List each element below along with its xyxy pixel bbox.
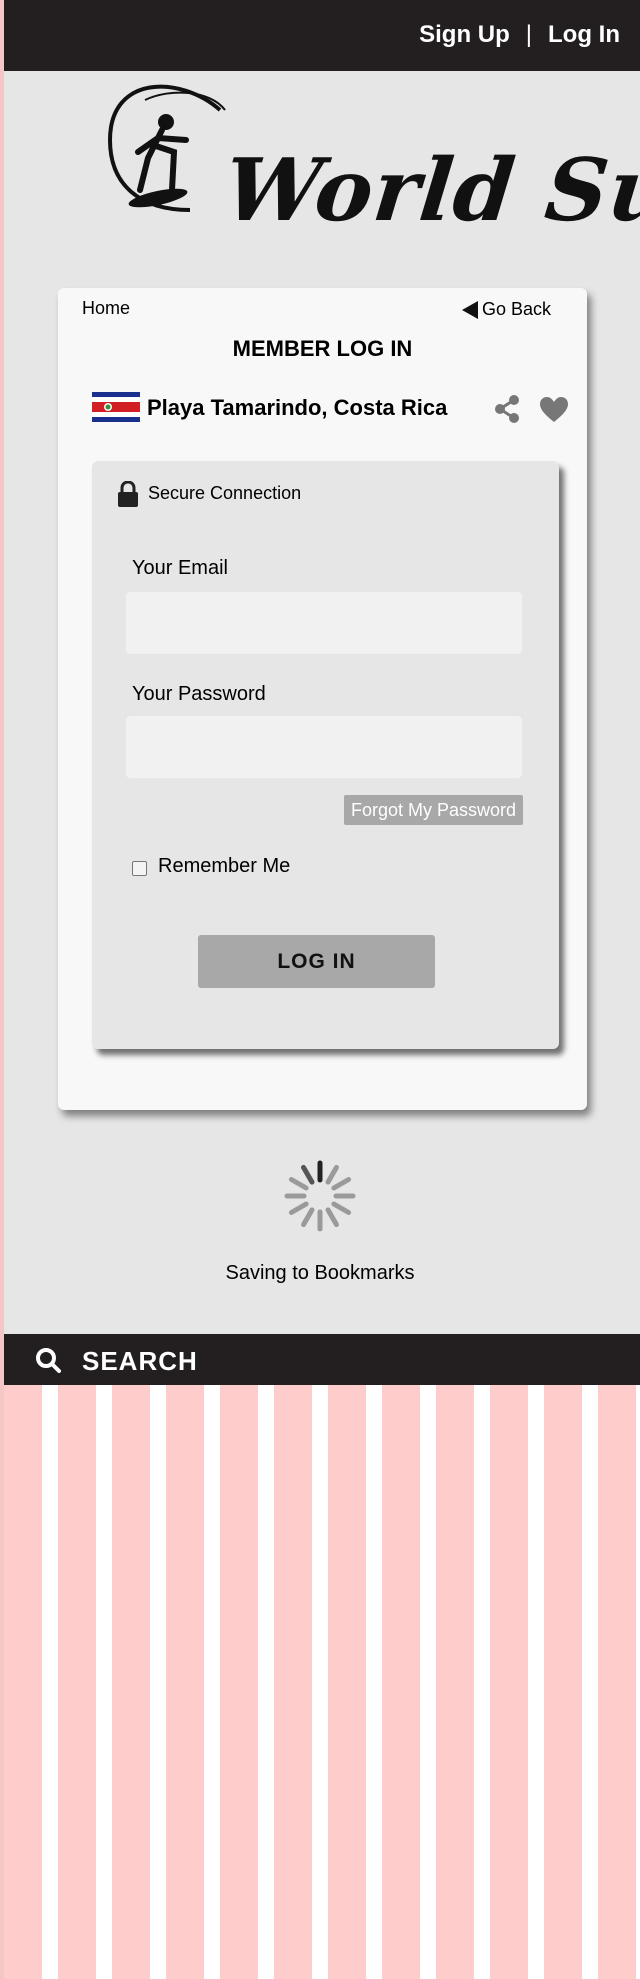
- signup-link[interactable]: Sign Up: [419, 21, 510, 49]
- go-back-label: Go Back: [481, 299, 551, 319]
- spinner-spoke: [325, 1207, 339, 1228]
- back-arrow-icon: [461, 300, 478, 319]
- striped-background: [4, 1385, 640, 1979]
- home-link[interactable]: Home: [82, 298, 130, 319]
- spinner-spoke: [331, 1201, 352, 1215]
- go-back-link[interactable]: Go Back: [461, 299, 551, 320]
- location-name: Playa Tamarindo, Costa Rica: [147, 395, 448, 420]
- costa-rica-flag-icon: [92, 392, 140, 422]
- login-form: Secure Connection Your Email Your Passwo…: [92, 461, 559, 1049]
- forgot-password-button[interactable]: Forgot My Password: [344, 795, 523, 825]
- search-bar[interactable]: SEARCH: [4, 1334, 640, 1385]
- top-nav-bar: Sign Up | Log In: [4, 0, 640, 71]
- spinner-spoke: [288, 1201, 309, 1215]
- heart-icon[interactable]: [540, 397, 568, 423]
- search-icon: [36, 1348, 61, 1373]
- login-link[interactable]: Log In: [548, 21, 620, 49]
- brand-logo-text: World Surf: [219, 140, 640, 241]
- spinner-spoke: [301, 1207, 315, 1228]
- page-title: MEMBER LOG IN: [232, 336, 413, 361]
- password-label: Your Password: [132, 683, 266, 705]
- status-message: Saving to Bookmarks: [225, 1262, 415, 1284]
- email-field[interactable]: [126, 592, 522, 654]
- email-label: Your Email: [132, 557, 228, 579]
- login-submit-button[interactable]: LOG IN: [198, 935, 435, 988]
- password-field[interactable]: [126, 716, 522, 778]
- spinner-spoke: [288, 1177, 309, 1191]
- remember-me-checkbox[interactable]: [132, 861, 147, 876]
- loading-spinner-icon: [284, 1160, 356, 1232]
- auth-links: Sign Up | Log In: [419, 21, 620, 49]
- spinner-spoke: [325, 1164, 339, 1185]
- auth-separator: |: [525, 21, 533, 48]
- search-label: SEARCH: [82, 1346, 198, 1376]
- spinner-spoke: [331, 1177, 352, 1191]
- lock-icon: [118, 481, 138, 507]
- spinner-spoke: [301, 1164, 315, 1185]
- remember-me-label: Remember Me: [158, 855, 291, 877]
- secure-connection-label: Secure Connection: [148, 483, 302, 503]
- share-icon[interactable]: [494, 394, 520, 424]
